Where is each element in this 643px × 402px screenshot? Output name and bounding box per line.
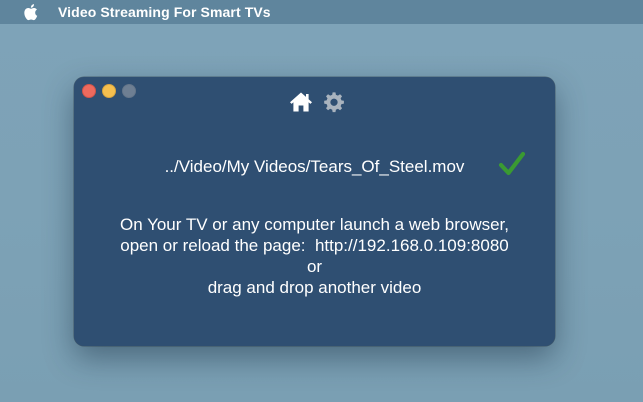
instructions-text: On Your TV or any computer launch a web … bbox=[74, 214, 555, 298]
instruction-line-1: On Your TV or any computer launch a web … bbox=[119, 215, 510, 234]
current-video-path: ../Video/My Videos/Tears_Of_Steel.mov bbox=[164, 157, 465, 176]
close-window-button[interactable] bbox=[82, 84, 96, 98]
server-url[interactable]: http://192.168.0.109:8080 bbox=[315, 236, 509, 255]
minimize-window-button[interactable] bbox=[102, 84, 116, 98]
apple-logo-icon[interactable] bbox=[22, 3, 38, 21]
instruction-line-2-prefix: open or reload the page: bbox=[120, 236, 306, 255]
app-title[interactable]: Video Streaming For Smart TVs bbox=[58, 3, 271, 21]
menu-bar: Video Streaming For Smart TVs bbox=[0, 0, 643, 24]
zoom-window-button[interactable] bbox=[122, 84, 136, 98]
gear-icon[interactable] bbox=[322, 91, 346, 113]
app-window: ../Video/My Videos/Tears_Of_Steel.mov On… bbox=[74, 77, 555, 346]
checkmark-icon bbox=[498, 151, 526, 176]
instruction-line-2: open or reload the page: http://192.168.… bbox=[74, 235, 555, 256]
home-icon[interactable] bbox=[289, 91, 313, 113]
instruction-line-4: drag and drop another video bbox=[207, 278, 422, 297]
instruction-line-3: or bbox=[306, 257, 323, 276]
